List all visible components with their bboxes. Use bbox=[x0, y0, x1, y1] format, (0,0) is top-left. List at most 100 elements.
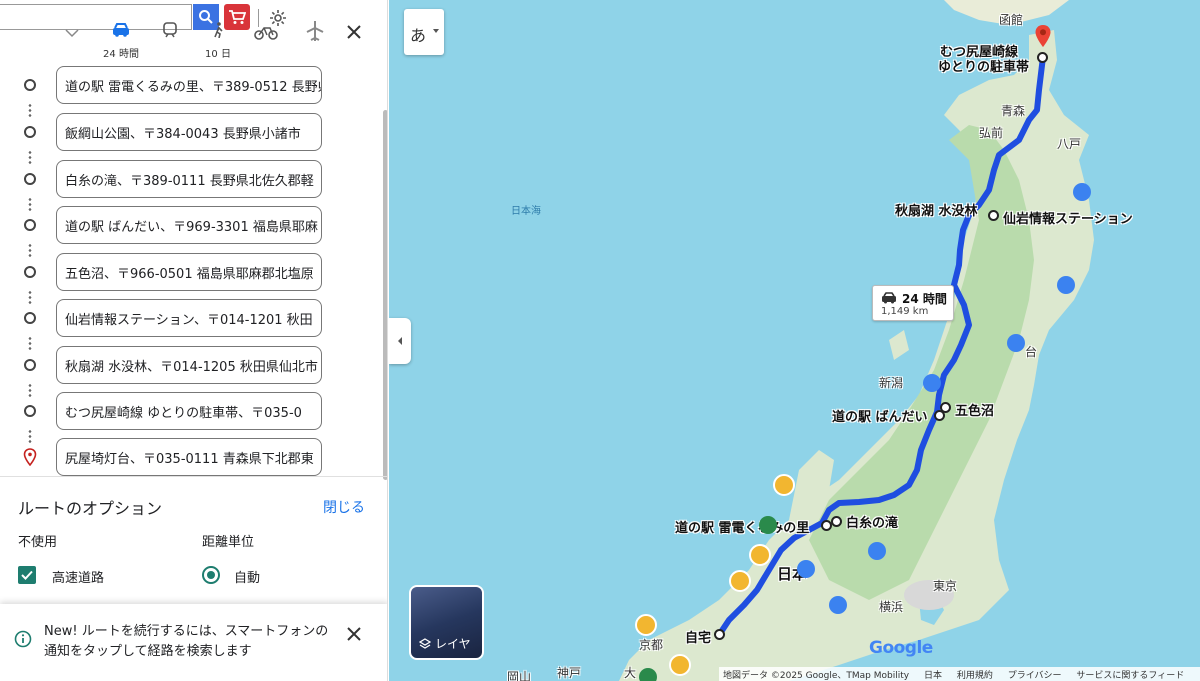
waypoint-circle-icon bbox=[24, 266, 36, 278]
waypoint-marker[interactable] bbox=[714, 629, 725, 640]
park-poi-icon[interactable] bbox=[759, 516, 777, 534]
waypoint-marker[interactable] bbox=[1037, 52, 1048, 63]
avoid-header: 不使用 bbox=[18, 535, 58, 550]
waypoint-marker[interactable] bbox=[934, 410, 945, 421]
stop-input[interactable]: 五色沼、〒966-0501 福島県耶麻郡北塩原 bbox=[56, 253, 322, 291]
scrollbar[interactable] bbox=[383, 110, 387, 480]
google-logo-text: Google bbox=[869, 638, 933, 658]
sea-label: 日本海 bbox=[511, 206, 541, 217]
hotel-poi-icon[interactable] bbox=[868, 542, 886, 560]
route-info-box[interactable]: 24 時間 1,149 km bbox=[872, 285, 954, 321]
route-options-close-link[interactable]: 閉じる bbox=[323, 497, 365, 517]
hotel-poi-icon[interactable] bbox=[1073, 183, 1091, 201]
attribution-feedback-link[interactable]: サービスに関するフィード bbox=[1076, 671, 1184, 681]
star-poi-icon[interactable] bbox=[635, 614, 657, 636]
list-item: 尻屋埼灯台、〒035-0111 青森県下北郡東 bbox=[0, 438, 387, 476]
waypoint-circle-icon bbox=[24, 126, 36, 138]
waypoint-circle-icon bbox=[24, 405, 36, 417]
place-label-tokyo: 東京 bbox=[933, 579, 958, 593]
unit-header: 距離単位 bbox=[202, 535, 255, 550]
star-poi-icon[interactable] bbox=[729, 570, 751, 592]
layers-label: レイヤ bbox=[435, 637, 471, 651]
waypoint-marker[interactable] bbox=[988, 210, 999, 221]
waypoint-label-home: 自宅 bbox=[685, 631, 712, 646]
close-directions-button[interactable] bbox=[342, 20, 366, 44]
stop-input[interactable]: 飯綱山公園、〒384-0043 長野県小諸市 bbox=[56, 113, 322, 151]
travel-mode-bar: 24 時間 10 日 bbox=[0, 16, 330, 60]
stop-input[interactable]: 道の駅 雷電くるみの里、〒389-0512 長野県 bbox=[56, 66, 322, 104]
notice-close-button[interactable] bbox=[344, 624, 364, 644]
waypoint-label-senganjo: 仙岩情報ステーション bbox=[1003, 212, 1133, 227]
layers-icon bbox=[419, 637, 431, 649]
destination-pin-icon[interactable] bbox=[1034, 24, 1052, 48]
waypoint-label-raiden: 道の駅 雷電くるみの里 bbox=[675, 521, 810, 536]
map-attribution: 地図データ ©2025 Google、TMap Mobility 日本 利用規約… bbox=[719, 667, 1200, 681]
list-item: 秋扇湖 水没林、〒014-1205 秋田県仙北市 bbox=[0, 346, 387, 384]
list-item: 白糸の滝、〒389-0111 長野県北佐久郡軽 bbox=[0, 160, 387, 198]
place-label-yokohama: 横浜 bbox=[879, 600, 904, 614]
language-button[interactable]: あ bbox=[404, 9, 444, 55]
waypoint-marker[interactable] bbox=[821, 520, 832, 531]
info-icon bbox=[14, 630, 32, 648]
mode-transit[interactable] bbox=[148, 16, 192, 60]
destination-input[interactable]: 尻屋埼灯台、〒035-0111 青森県下北郡東 bbox=[56, 438, 322, 476]
park-poi-icon[interactable] bbox=[639, 668, 657, 681]
stop-input[interactable]: むつ尻屋崎線 ゆとりの駐車帯、〒035-0 bbox=[56, 392, 322, 430]
mode-walk-label: 10 日 bbox=[205, 49, 231, 60]
attribution-privacy-link[interactable]: プライバシー bbox=[1008, 671, 1062, 681]
waypoint-circle-icon bbox=[24, 219, 36, 231]
stop-input[interactable]: 白糸の滝、〒389-0111 長野県北佐久郡軽 bbox=[56, 160, 322, 198]
list-item: 五色沼、〒966-0501 福島県耶麻郡北塩原 bbox=[0, 253, 387, 291]
place-label-sendai: 台 bbox=[1025, 345, 1038, 359]
waypoint-label-mutsu-2: ゆとりの駐車帯 bbox=[938, 60, 1030, 75]
chevron-left-icon bbox=[398, 337, 402, 345]
avoid-highway-label: 高速道路 bbox=[52, 571, 105, 586]
hotel-poi-icon[interactable] bbox=[923, 374, 941, 392]
mode-flight[interactable] bbox=[292, 16, 336, 60]
google-logo: Google bbox=[869, 638, 933, 658]
star-poi-icon[interactable] bbox=[773, 474, 795, 496]
map-canvas[interactable]: あ 函館 青森 弘前 八戸 新潟 台 東京 横浜 京都 神戸 岡山 大 日本海 … bbox=[389, 0, 1200, 681]
waypoint-label-bandai: 道の駅 ばんだい bbox=[832, 410, 928, 425]
star-poi-icon[interactable] bbox=[749, 544, 771, 566]
mode-walk[interactable]: 10 日 bbox=[196, 16, 240, 60]
destination-pin-icon bbox=[23, 448, 37, 466]
mode-best[interactable] bbox=[50, 16, 94, 60]
route-time: 24 時間 bbox=[902, 292, 947, 306]
language-label: あ bbox=[410, 26, 427, 45]
stop-input[interactable]: 道の駅 ばんだい、〒969-3301 福島県耶麻 bbox=[56, 206, 322, 244]
collapse-panel-button[interactable] bbox=[389, 318, 411, 364]
route-options-title: ルートのオプション bbox=[18, 499, 163, 518]
mode-drive-label: 24 時間 bbox=[103, 49, 139, 60]
stop-input[interactable]: 仙岩情報ステーション、〒014-1201 秋田 bbox=[56, 299, 322, 337]
hotel-poi-icon[interactable] bbox=[829, 596, 847, 614]
place-label-osaka: 大 bbox=[624, 666, 637, 680]
layers-button[interactable]: レイヤ bbox=[409, 585, 484, 660]
list-item: 仙岩情報ステーション、〒014-1201 秋田 bbox=[0, 299, 387, 337]
hotel-poi-icon[interactable] bbox=[797, 560, 815, 578]
place-label-hachinohe: 八戸 bbox=[1057, 137, 1082, 151]
route-distance: 1,149 km bbox=[881, 306, 929, 317]
mode-drive[interactable]: 24 時間 bbox=[99, 16, 143, 60]
star-poi-icon[interactable] bbox=[669, 654, 691, 676]
list-item: 飯綱山公園、〒384-0043 長野県小諸市 bbox=[0, 113, 387, 151]
attribution-data: 地図データ ©2025 Google、TMap Mobility bbox=[723, 671, 910, 681]
hotel-poi-icon[interactable] bbox=[1057, 276, 1075, 294]
unit-auto-label: 自動 bbox=[234, 571, 261, 586]
place-label-kyoto: 京都 bbox=[639, 638, 664, 652]
attribution-terms-link[interactable]: 利用規約 bbox=[957, 671, 993, 681]
walk-icon bbox=[214, 22, 223, 38]
notification-banner: New! ルートを続行するには、スマートフォンの通知をタップして経路を検索します bbox=[0, 604, 387, 681]
waypoint-marker[interactable] bbox=[831, 516, 842, 527]
avoid-highway-checkbox[interactable] bbox=[18, 566, 36, 584]
place-label-aomori: 青森 bbox=[1001, 104, 1026, 118]
place-label-niigata: 新潟 bbox=[879, 376, 904, 390]
attribution-country[interactable]: 日本 bbox=[924, 671, 942, 681]
list-item: 道の駅 雷電くるみの里、〒389-0512 長野県 bbox=[0, 66, 387, 104]
stop-input[interactable]: 秋扇湖 水没林、〒014-1205 秋田県仙北市 bbox=[56, 346, 322, 384]
hotel-poi-icon[interactable] bbox=[1007, 334, 1025, 352]
unit-auto-radio[interactable] bbox=[202, 566, 220, 584]
mode-bike[interactable] bbox=[244, 16, 288, 60]
waypoint-label-akita-lake: 秋扇湖 水没林 bbox=[895, 204, 978, 219]
chevron-down-icon bbox=[433, 29, 439, 33]
